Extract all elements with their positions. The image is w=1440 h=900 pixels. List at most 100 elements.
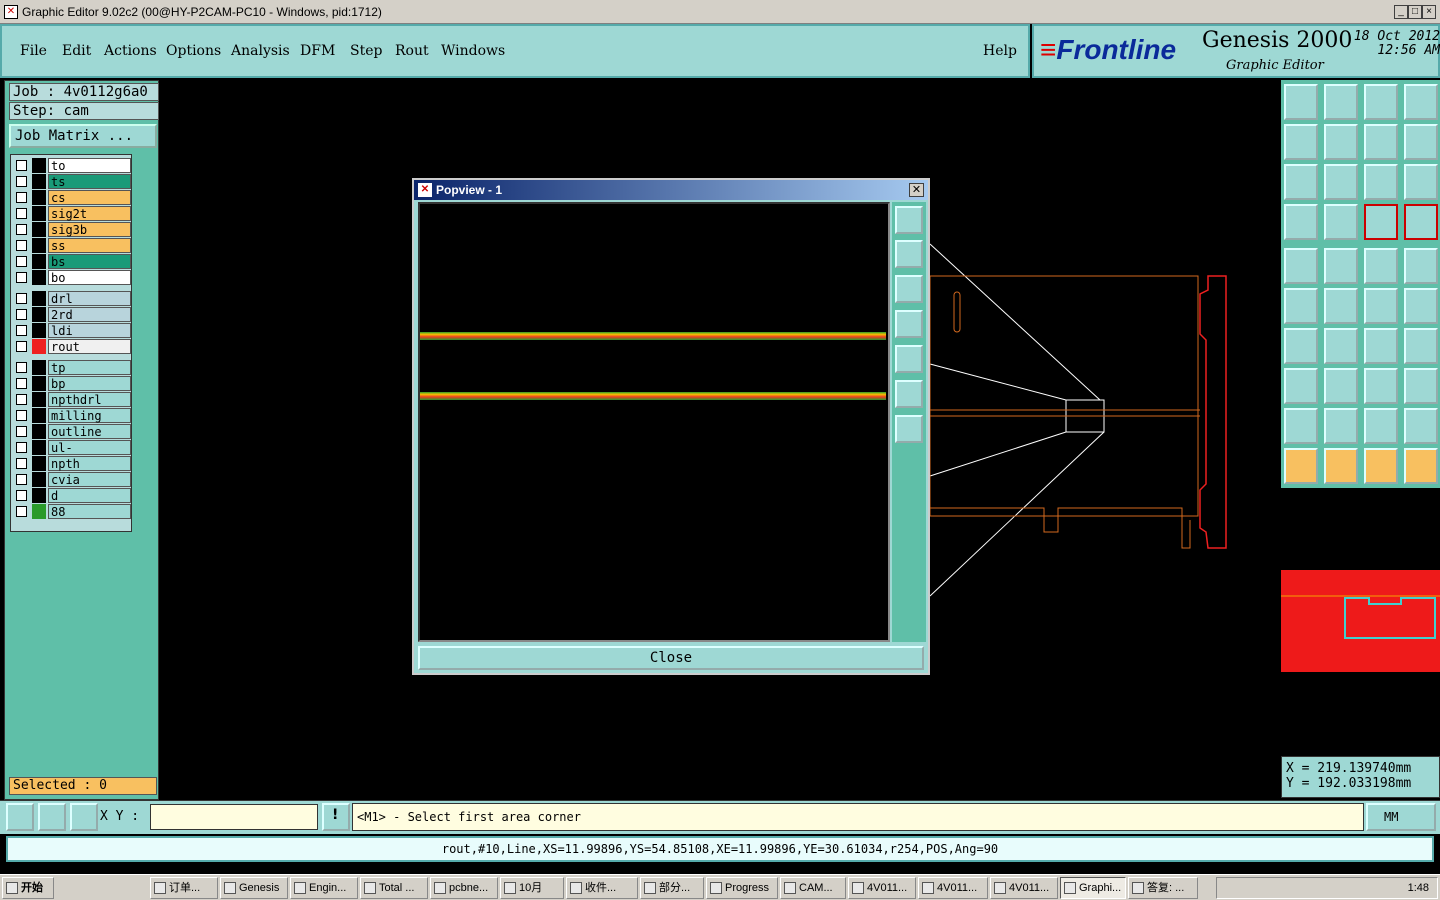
tool-button-0-3[interactable] [1404,84,1438,120]
popview-tool-3[interactable] [895,275,923,303]
tool-button-1-2[interactable] [1364,124,1398,160]
layer-color-swatch[interactable] [32,206,46,221]
maximize-button[interactable]: □ [1408,5,1422,19]
layer-name[interactable]: ss [48,238,131,253]
layer-checkbox[interactable] [16,362,27,373]
tool-button-5-2[interactable] [1364,288,1398,324]
menu-edit[interactable]: Edit [62,43,91,59]
layer-row-drl[interactable]: drl [13,291,131,306]
layer-color-swatch[interactable] [32,270,46,285]
layer-row-npth[interactable]: npth [13,456,131,471]
layer-color-swatch[interactable] [32,158,46,173]
layer-name[interactable]: 2rd [48,307,131,322]
menu-options[interactable]: Options [166,43,221,59]
layer-name[interactable]: npth [48,456,131,471]
tool-button-9-1[interactable] [1324,448,1358,484]
layer-color-swatch[interactable] [32,222,46,237]
taskbar-item[interactable]: Progress [706,877,778,899]
menu-rout[interactable]: Rout [395,43,429,59]
layer-checkbox[interactable] [16,325,27,336]
layer-row-cvia[interactable]: cvia [13,472,131,487]
menu-help[interactable]: Help [983,43,1017,59]
taskbar-item[interactable]: 4V011... [848,877,916,899]
layer-row-bs[interactable]: bs [13,254,131,269]
tool-button-3-3[interactable] [1404,204,1438,240]
taskbar-item[interactable]: 订单... [150,877,218,899]
layer-color-swatch[interactable] [32,472,46,487]
layer-name[interactable]: bo [48,270,131,285]
tool-button-9-2[interactable] [1364,448,1398,484]
layer-name[interactable]: rout [48,339,131,354]
layer-color-swatch[interactable] [32,291,46,306]
tool-button-6-1[interactable] [1324,328,1358,364]
layer-color-swatch[interactable] [32,456,46,471]
layer-color-swatch[interactable] [32,339,46,354]
popview-tool-6[interactable] [895,380,923,408]
layer-checkbox[interactable] [16,224,27,235]
measure-tool-button[interactable] [38,803,66,831]
layer-name[interactable]: tp [48,360,131,375]
layer-color-swatch[interactable] [32,190,46,205]
layer-color-swatch[interactable] [32,254,46,269]
layer-name[interactable]: d [48,488,131,503]
layer-row-bo[interactable]: bo [13,270,131,285]
layer-row-88[interactable]: 88 [13,504,131,519]
layer-row-milling[interactable]: milling [13,408,131,423]
xy-input[interactable] [150,804,318,830]
layer-name[interactable]: ul-position [48,440,131,469]
layer-checkbox[interactable] [16,256,27,267]
tool-button-8-3[interactable] [1404,408,1438,444]
popview-canvas[interactable] [418,202,890,642]
menu-windows[interactable]: Windows [441,43,505,59]
layer-name[interactable]: sig2t [48,206,131,221]
taskbar-item[interactable]: Graphi... [1060,877,1126,899]
tool-button-6-2[interactable] [1364,328,1398,364]
tool-button-0-1[interactable] [1324,84,1358,120]
layer-name[interactable]: sig3b [48,222,131,237]
tool-button-7-2[interactable] [1364,368,1398,404]
layer-color-swatch[interactable] [32,174,46,189]
tool-button-4-3[interactable] [1404,248,1438,284]
layer-checkbox[interactable] [16,410,27,421]
layer-checkbox[interactable] [16,160,27,171]
tool-button-8-0[interactable] [1284,408,1318,444]
tool-button-9-3[interactable] [1404,448,1438,484]
layer-row-tp[interactable]: tp [13,360,131,375]
layer-row-bp[interactable]: bp [13,376,131,391]
popview-close-button[interactable]: Close [418,646,924,670]
layer-color-swatch[interactable] [32,504,46,519]
layer-row-d[interactable]: d [13,488,131,503]
layer-row-ts[interactable]: ts [13,174,131,189]
popview-close-icon[interactable]: ✕ [909,183,924,197]
layer-checkbox[interactable] [16,176,27,187]
layer-row-outline[interactable]: outline [13,424,131,439]
snap-tool-button[interactable] [6,803,34,831]
tool-button-8-2[interactable] [1364,408,1398,444]
layer-row-ss[interactable]: ss [13,238,131,253]
taskbar-item[interactable]: Genesis [220,877,288,899]
layer-row-to[interactable]: to [13,158,131,173]
layer-color-swatch[interactable] [32,488,46,503]
layer-color-swatch[interactable] [32,307,46,322]
layer-row-ldi[interactable]: ldi [13,323,131,338]
layer-row-ul-position[interactable]: ul-position [13,440,131,469]
tool-button-4-1[interactable] [1324,248,1358,284]
tool-button-5-3[interactable] [1404,288,1438,324]
taskbar-item[interactable]: Total ... [360,877,428,899]
popview-tool-4[interactable] [895,310,923,338]
taskbar-item[interactable]: Engin... [290,877,358,899]
layer-name[interactable]: bs [48,254,131,269]
popview-tool-1[interactable] [895,206,923,234]
layer-name[interactable]: bp [48,376,131,391]
taskbar-item[interactable]: 4V011... [990,877,1058,899]
taskbar-item[interactable]: 10月 [500,877,564,899]
layer-name[interactable]: drl [48,291,131,306]
grid-tool-button[interactable] [70,803,98,831]
layer-row-sig3b[interactable]: sig3b [13,222,131,237]
taskbar-item[interactable]: CAM... [780,877,846,899]
start-button[interactable]: 开始 [2,877,54,899]
layer-checkbox[interactable] [16,442,27,453]
tool-button-7-1[interactable] [1324,368,1358,404]
tool-button-6-0[interactable] [1284,328,1318,364]
menu-analysis[interactable]: Analysis [231,43,290,59]
